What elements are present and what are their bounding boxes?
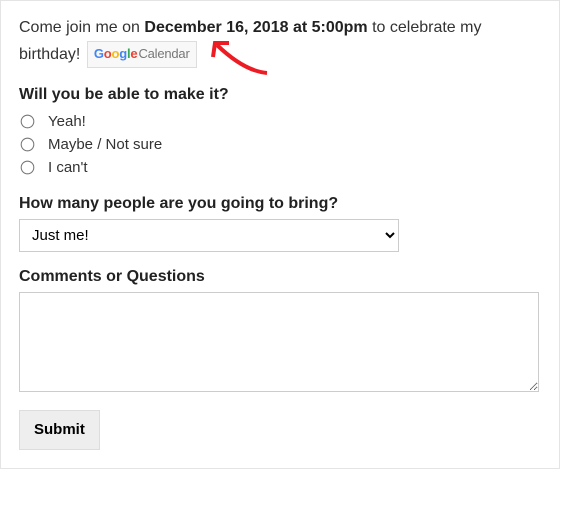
rsvp-radio[interactable] (21, 138, 35, 152)
comments-label: Comments or Questions (19, 268, 541, 286)
rsvp-option-label: I can't (48, 159, 88, 176)
guests-select[interactable]: Just me! (19, 219, 399, 252)
comments-textarea[interactable] (19, 292, 539, 392)
annotation-arrow-icon (209, 33, 279, 83)
rsvp-option-label: Yeah! (48, 113, 86, 130)
rsvp-option[interactable]: I can't (19, 156, 541, 179)
rsvp-radio[interactable] (21, 115, 35, 129)
rsvp-radio[interactable] (21, 161, 35, 175)
intro-text: Come join me on December 16, 2018 at 5:0… (19, 15, 541, 68)
intro-pre: Come join me on (19, 19, 144, 36)
rsvp-question: Will you be able to make it? (19, 86, 541, 104)
intro-datetime: December 16, 2018 at 5:00pm (144, 19, 367, 36)
rsvp-option[interactable]: Maybe / Not sure (19, 133, 541, 156)
rsvp-option-label: Maybe / Not sure (48, 136, 162, 153)
google-calendar-button[interactable]: GoogleCalendar (87, 41, 197, 69)
rsvp-option[interactable]: Yeah! (19, 110, 541, 133)
guests-question: How many people are you going to bring? (19, 195, 541, 213)
submit-button[interactable]: Submit (19, 410, 100, 450)
